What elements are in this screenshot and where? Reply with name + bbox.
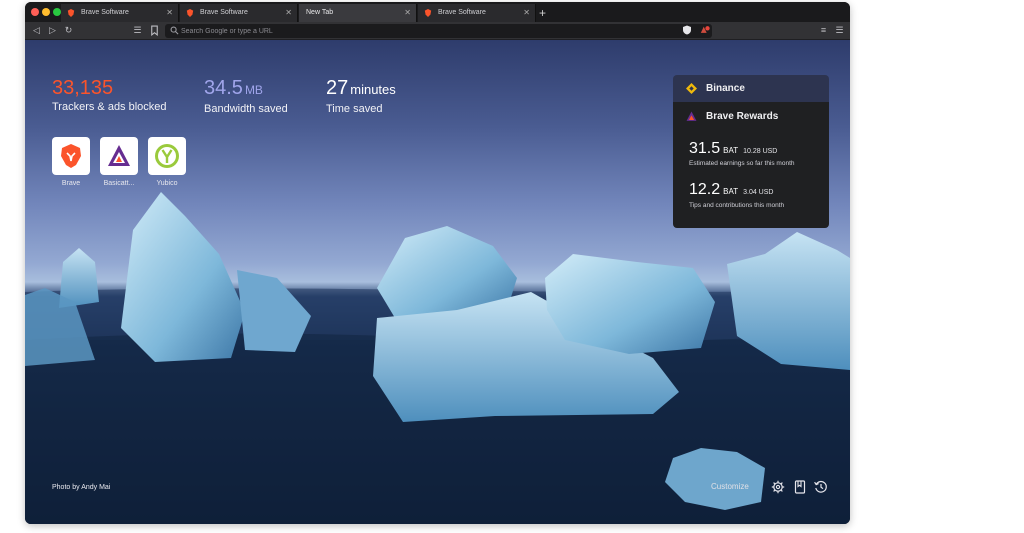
tab-new-tab[interactable]: New Tab ✕ — [299, 4, 417, 22]
top-site-label: Brave — [61, 180, 81, 187]
tab-close-icon[interactable]: ✕ — [285, 4, 292, 22]
stat-bandwidth-saved: 34.5 MB Bandwidth saved — [204, 77, 288, 115]
tab-close-icon[interactable]: ✕ — [404, 4, 411, 22]
search-icon — [170, 26, 179, 35]
bandwidth-value: 34.5 — [204, 77, 243, 99]
brave-rewards-icon[interactable] — [700, 25, 710, 35]
time-value: 27 — [326, 77, 349, 99]
bat-logo-icon — [686, 111, 697, 121]
url-input[interactable] — [181, 24, 671, 38]
toolbar: ◁ ▷ ↻ ☰ ≡ ☰ — [25, 22, 850, 40]
time-saved-value: 27 minutes — [326, 77, 396, 101]
top-site-label: Yubico — [156, 180, 178, 187]
zoom-window-button[interactable] — [53, 8, 61, 16]
tips-usd: 3.04 USD — [743, 189, 774, 196]
tips-amount: 12.2 BAT 3.04 USD — [689, 181, 773, 199]
browser-window: Brave Software ✕ Brave Software ✕ New Ta… — [25, 2, 850, 524]
tab-title: Brave Software — [200, 9, 248, 16]
history-clock-icon[interactable] — [814, 480, 828, 494]
brave-shields-icon[interactable] — [682, 25, 692, 35]
tab-close-icon[interactable]: ✕ — [166, 4, 173, 22]
tab-brave-software-3[interactable]: Brave Software ✕ — [418, 4, 536, 22]
tab-title: Brave Software — [438, 9, 486, 16]
bookmark-icon[interactable] — [149, 25, 160, 36]
top-site-yubico[interactable]: Yubico — [148, 137, 186, 187]
new-tab-page: 33,135 Trackers & ads blocked 34.5 MB Ban… — [25, 40, 850, 524]
top-site-brave[interactable]: Brave — [52, 137, 90, 187]
photo-credit: Photo by Andy Mai — [52, 484, 111, 491]
brave-favicon-icon — [67, 9, 75, 17]
rewards-title: Brave Rewards — [706, 111, 779, 122]
brave-favicon-icon — [424, 9, 432, 17]
top-site-basic-attention[interactable]: Basicatt... — [100, 137, 138, 187]
earnings-amount: 31.5 BAT 10.28 USD — [689, 140, 777, 158]
trackers-blocked-count: 33,135 — [52, 77, 114, 99]
top-site-label: Basicatt... — [103, 180, 135, 187]
tab-title: New Tab — [306, 9, 334, 16]
tips-description: Tips and contributions this month — [689, 202, 785, 209]
earnings-currency: BAT — [723, 146, 739, 155]
brave-lion-icon — [61, 144, 81, 168]
bat-triangle-icon — [108, 145, 130, 166]
forward-icon[interactable]: ▷ — [47, 25, 58, 36]
trackers-blocked-label: Trackers & ads blocked — [52, 101, 167, 113]
top-site-tile[interactable] — [100, 137, 138, 175]
binance-icon — [686, 83, 697, 94]
earnings-value: 31.5 — [689, 140, 721, 157]
customize-button[interactable]: Customize — [711, 482, 749, 491]
playlist-icon[interactable]: ≡ — [818, 25, 829, 36]
brave-favicon-icon — [186, 9, 194, 17]
bandwidth-unit: MB — [244, 83, 263, 97]
tab-brave-software-1[interactable]: Brave Software ✕ — [61, 4, 179, 22]
url-bar[interactable] — [165, 24, 712, 38]
tab-close-icon[interactable]: ✕ — [523, 4, 530, 22]
back-icon[interactable]: ◁ — [31, 25, 42, 36]
new-tab-plus-icon[interactable]: + — [539, 4, 546, 22]
close-window-button[interactable] — [31, 8, 39, 16]
menu-icon[interactable]: ☰ — [834, 25, 845, 36]
tab-title: Brave Software — [81, 9, 129, 16]
stat-time-saved: 27 minutes Time saved — [326, 77, 396, 115]
minimize-window-button[interactable] — [42, 8, 50, 16]
bandwidth-saved-label: Bandwidth saved — [204, 103, 288, 115]
top-site-tile[interactable] — [148, 137, 186, 175]
tips-currency: BAT — [723, 187, 739, 196]
brave-rewards-widget[interactable]: Brave Rewards 31.5 BAT 10.28 USD Estimated… — [673, 102, 829, 228]
bookmarks-icon[interactable] — [793, 480, 807, 494]
reader-mode-icon[interactable]: ☰ — [132, 25, 143, 36]
stat-trackers-blocked: 33,135 Trackers & ads blocked — [52, 77, 167, 113]
earnings-usd: 10.28 USD — [743, 148, 778, 155]
earnings-description: Estimated earnings so far this month — [689, 160, 795, 167]
time-saved-label: Time saved — [326, 103, 383, 115]
binance-title: Binance — [706, 83, 745, 94]
yubico-icon — [155, 144, 179, 168]
time-unit: minutes — [350, 82, 396, 97]
binance-widget[interactable]: Binance — [673, 75, 829, 102]
settings-gear-icon[interactable] — [771, 480, 785, 494]
bandwidth-saved-value: 34.5 MB — [204, 77, 288, 101]
tips-value: 12.2 — [689, 181, 721, 198]
tab-bar: Brave Software ✕ Brave Software ✕ New Ta… — [25, 2, 850, 22]
top-site-tile[interactable] — [52, 137, 90, 175]
tab-brave-software-2[interactable]: Brave Software ✕ — [180, 4, 298, 22]
reload-icon[interactable]: ↻ — [63, 25, 74, 36]
